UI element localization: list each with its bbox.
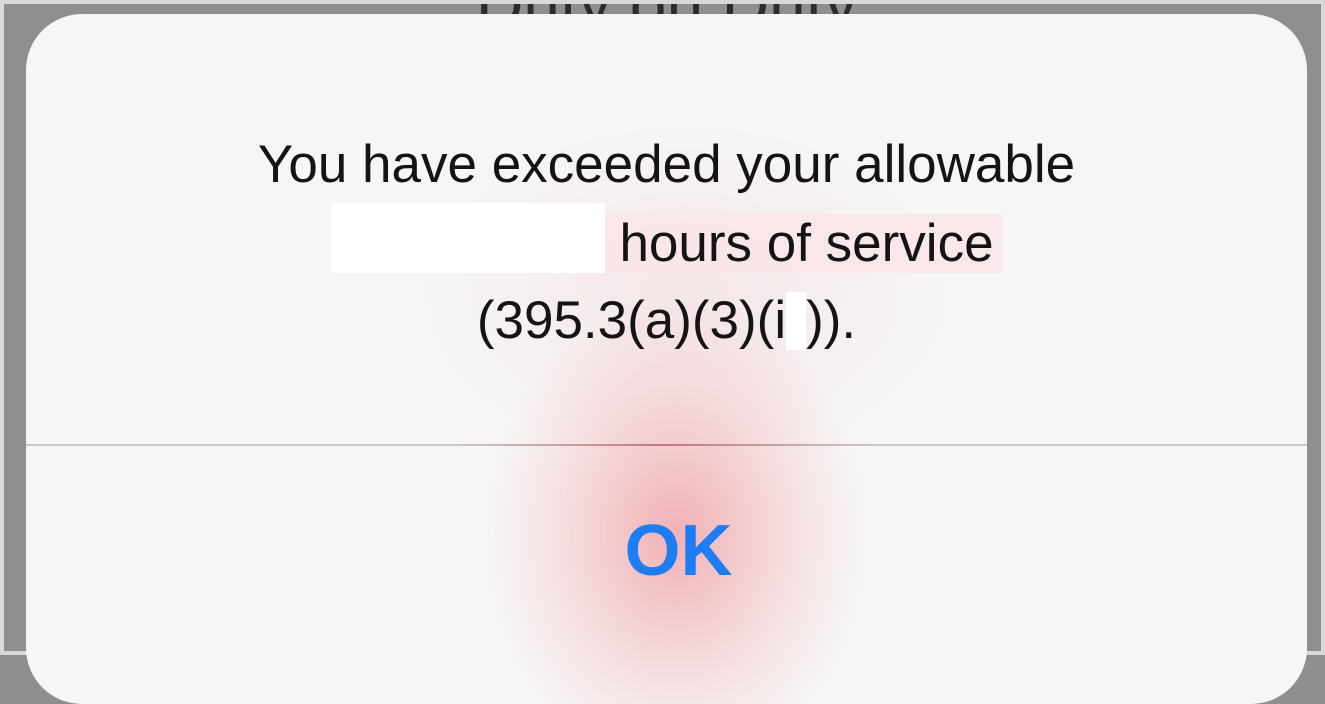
- alert-dialog: You have exceeded your allowable hours o…: [26, 14, 1307, 704]
- alert-message-line-3: (395.3(a)(3)(i)).: [26, 282, 1307, 359]
- alert-message: You have exceeded your allowable hours o…: [26, 126, 1307, 359]
- alert-message-line-2-text: hours of service: [605, 214, 1002, 273]
- regulation-citation-part-1: (395.3(a)(3)(i: [476, 291, 787, 350]
- redacted-caret: [786, 292, 807, 350]
- regulation-citation-part-2: )).: [806, 291, 857, 350]
- ok-button[interactable]: OK: [26, 446, 1307, 655]
- alert-message-line-1: You have exceeded your allowable: [257, 135, 1076, 194]
- alert-message-line-2: hours of service: [26, 203, 1307, 282]
- ok-button-label: OK: [624, 510, 733, 591]
- redacted-block: [331, 203, 606, 273]
